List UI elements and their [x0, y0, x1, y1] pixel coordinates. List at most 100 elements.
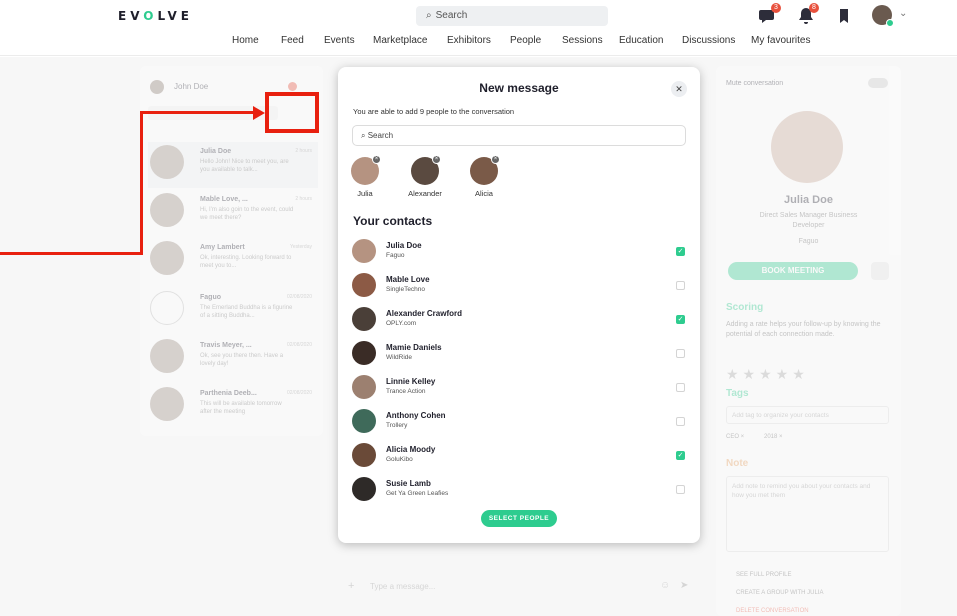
annotation-arrow-head: [253, 106, 265, 120]
avatar: [352, 375, 376, 399]
contact-row[interactable]: Julia Doe Faguo ✓: [352, 237, 686, 271]
search-input[interactable]: ⌕ Search: [416, 6, 608, 26]
nav-my-favourites[interactable]: My favourites: [751, 35, 810, 46]
nav-education[interactable]: Education: [619, 35, 663, 46]
contact-checkbox[interactable]: [676, 485, 685, 494]
avatar: ×: [351, 155, 381, 185]
list-item[interactable]: Julia Doe Hello John! Nice to meet you, …: [148, 142, 318, 188]
avatar: [352, 273, 376, 297]
modal-subtext: You are able to add 9 people to the conv…: [353, 107, 515, 116]
remove-icon[interactable]: ×: [491, 155, 500, 164]
mute-toggle[interactable]: [868, 78, 888, 88]
contact-row[interactable]: Mamie Daniels WildRide: [352, 339, 686, 373]
close-icon[interactable]: ✕: [671, 81, 687, 97]
avatar: [150, 339, 184, 373]
messages-badge: 3: [771, 3, 781, 13]
nav-people[interactable]: People: [510, 35, 541, 46]
contact-row[interactable]: Susie Lamb Get Ya Green Leafies: [352, 475, 686, 509]
message-input[interactable]: Type a message...: [370, 582, 435, 591]
remove-icon[interactable]: ×: [432, 155, 441, 164]
search-icon: ⌕: [361, 131, 368, 140]
contact-checkbox[interactable]: [676, 349, 685, 358]
avatar: [352, 307, 376, 331]
nav-home[interactable]: Home: [232, 35, 259, 46]
list-item[interactable]: Parthenia Deeb... This will be available…: [148, 384, 318, 430]
contact-name: Julia Doe: [784, 194, 833, 206]
avatar: ×: [470, 155, 500, 185]
user-avatar[interactable]: [872, 5, 894, 27]
messages-icon[interactable]: 3: [758, 3, 781, 26]
contact-row[interactable]: Anthony Cohen Trollery: [352, 407, 686, 441]
bookmark-icon[interactable]: [834, 6, 854, 26]
nav-events[interactable]: Events: [324, 35, 355, 46]
see-full-profile-link[interactable]: SEE FULL PROFILE: [736, 572, 791, 578]
send-icon[interactable]: ➤: [680, 580, 688, 591]
remove-icon[interactable]: ×: [372, 155, 381, 164]
message-composer: + Type a message... ☺ ➤: [340, 572, 700, 600]
list-item[interactable]: Faguo The Emerland Buddha is a figurine …: [148, 288, 318, 334]
delete-conversation-link[interactable]: DELETE CONVERSATION: [736, 608, 809, 614]
online-indicator: [886, 19, 894, 27]
contact-row[interactable]: Alexander Crawford OPLY.com ✓: [352, 305, 686, 339]
nav-feed[interactable]: Feed: [281, 35, 304, 46]
current-user-name: John Doe: [174, 82, 209, 91]
avatar: [352, 477, 376, 501]
list-item[interactable]: Amy Lambert Ok, interesting. Looking for…: [148, 238, 318, 284]
list-item[interactable]: Mable Love, ... Hi, I'm also goin to the…: [148, 190, 318, 236]
avatar: [150, 193, 184, 227]
mute-label: Mute conversation: [726, 80, 784, 87]
avatar: [352, 239, 376, 263]
list-item[interactable]: Travis Meyer, ... Ok, see you there then…: [148, 336, 318, 382]
avatar: [150, 80, 164, 94]
avatar: [150, 145, 184, 179]
contact-row[interactable]: Alicia Moody GoluKibo ✓: [352, 441, 686, 475]
nav-exhibitors[interactable]: Exhibitors: [447, 35, 491, 46]
bell-icon[interactable]: 8: [796, 3, 819, 26]
contacts-heading: Your contacts: [353, 214, 433, 228]
contact-checkbox[interactable]: ✓: [676, 247, 685, 256]
emoji-icon[interactable]: ☺: [660, 580, 670, 591]
selected-person: × Julia: [340, 155, 390, 198]
contact-checkbox[interactable]: [676, 281, 685, 290]
contact-checkbox[interactable]: ✓: [676, 315, 685, 324]
selected-person: × Alicia: [459, 155, 509, 198]
contact-row[interactable]: Mable Love SingleTechno: [352, 271, 686, 305]
contact-checkbox[interactable]: [676, 417, 685, 426]
avatar: [352, 443, 376, 467]
nav-marketplace[interactable]: Marketplace: [373, 35, 427, 46]
annotation-arrow: [140, 111, 254, 114]
book-meeting-button[interactable]: BOOK MEETING: [728, 262, 858, 280]
notifications-badge: 8: [809, 3, 819, 13]
plus-icon[interactable]: +: [348, 580, 354, 592]
nav-discussions[interactable]: Discussions: [682, 35, 735, 46]
create-group-link[interactable]: CREATE A GROUP WITH JULIA: [736, 590, 823, 596]
contact-row[interactable]: Linnie Kelley Trance Action: [352, 373, 686, 407]
chevron-down-icon[interactable]: ⌄: [899, 8, 907, 19]
rating-stars[interactable]: ★★★★★: [726, 366, 809, 383]
contact-role: Direct Sales Manager Business Developer: [759, 212, 858, 229]
annotation-arrow: [0, 252, 143, 255]
video-call-button[interactable]: [871, 262, 889, 280]
tags-input[interactable]: Add tag to organize your contacts: [726, 406, 889, 424]
contact-checkbox[interactable]: ✓: [676, 451, 685, 460]
note-input[interactable]: Add note to remind you about your contac…: [726, 476, 889, 552]
highlight-box: [265, 92, 319, 133]
contact-search-input[interactable]: ⌕ Search: [352, 125, 686, 146]
avatar: ×: [411, 155, 441, 185]
selected-person: × Alexander: [408, 155, 442, 198]
scoring-title: Scoring: [726, 302, 764, 313]
contact-checkbox[interactable]: [676, 383, 685, 392]
select-people-button[interactable]: SELECT PEOPLE: [481, 510, 557, 527]
tag-chip[interactable]: CEO ×: [726, 434, 744, 440]
avatar: [150, 291, 184, 325]
logo[interactable]: EVOLVE: [118, 9, 193, 23]
note-title: Note: [726, 458, 749, 469]
avatar: [150, 387, 184, 421]
avatar: [352, 409, 376, 433]
tag-chip[interactable]: 2018 ×: [764, 434, 783, 440]
top-bar: EVOLVE ⌕ Search 3 8 ⌄ Home Feed Events Ma…: [0, 0, 957, 56]
scoring-text: Adding a rate helps your follow-up by kn…: [726, 321, 881, 338]
avatar: [771, 111, 843, 183]
nav-sessions[interactable]: Sessions: [562, 35, 603, 46]
avatar: [352, 341, 376, 365]
